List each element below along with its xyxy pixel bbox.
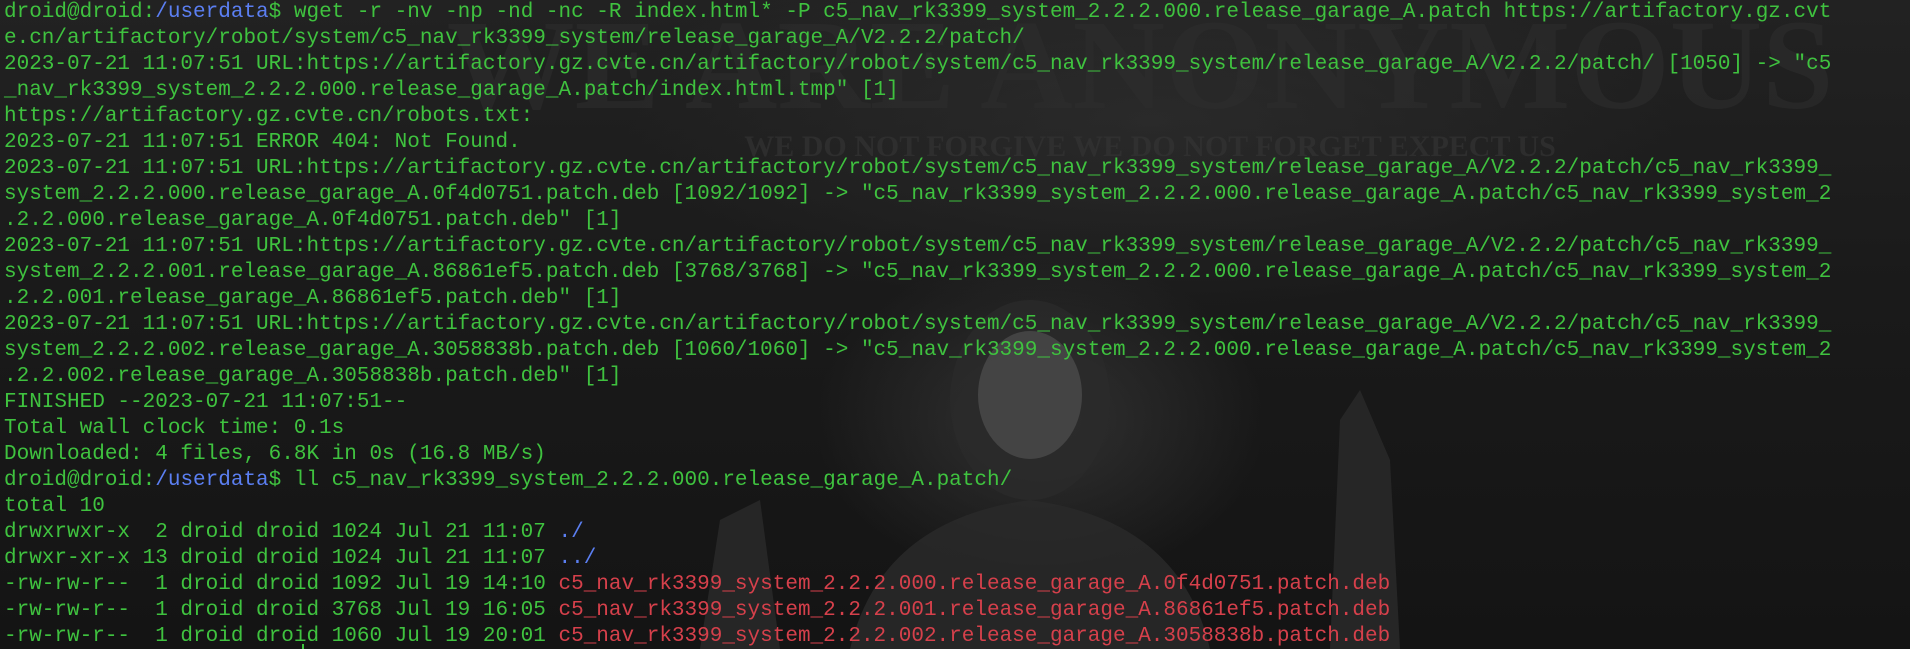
- output-text: Total wall clock time: 0.1s: [4, 417, 345, 440]
- terminal-line: Downloaded: 4 files, 6.8K in 0s (16.8 MB…: [4, 442, 1904, 468]
- terminal-line: .2.2.001.release_garage_A.86861ef5.patch…: [4, 286, 1904, 312]
- deb-file-name: c5_nav_rk3399_system_2.2.2.002.release_g…: [558, 625, 1391, 648]
- terminal-line: system_2.2.2.000.release_garage_A.0f4d07…: [4, 182, 1904, 208]
- terminal-line: .2.2.002.release_garage_A.3058838b.patch…: [4, 364, 1904, 390]
- terminal-line: Total wall clock time: 0.1s: [4, 416, 1904, 442]
- terminal-line: system_2.2.2.001.release_garage_A.86861e…: [4, 260, 1904, 286]
- output-text: $ ll c5_nav_rk3399_system_2.2.2.000.rele…: [268, 469, 1013, 492]
- output-text: .2.2.000.release_garage_A.0f4d0751.patch…: [4, 209, 622, 232]
- output-text: total 10: [4, 495, 105, 518]
- output-text: -rw-rw-r-- 1 droid droid 1092 Jul 19 14:…: [4, 573, 559, 596]
- terminal-line: .2.2.000.release_garage_A.0f4d0751.patch…: [4, 208, 1904, 234]
- terminal-line: e.cn/artifactory/robot/system/c5_nav_rk3…: [4, 26, 1904, 52]
- output-text: system_2.2.2.000.release_garage_A.0f4d07…: [4, 183, 1832, 206]
- output-text: 2023-07-21 11:07:51 ERROR 404: Not Found…: [4, 131, 521, 154]
- directory-path: ./: [558, 521, 584, 544]
- terminal-line: droid@droid:/userdata$ ll c5_nav_rk3399_…: [4, 468, 1904, 494]
- deb-file-name: c5_nav_rk3399_system_2.2.2.001.release_g…: [558, 599, 1391, 622]
- output-text: system_2.2.2.001.release_garage_A.86861e…: [4, 261, 1832, 284]
- terminal-line: -rw-rw-r-- 1 droid droid 1060 Jul 19 20:…: [4, 624, 1904, 649]
- output-text: _nav_rk3399_system_2.2.2.000.release_gar…: [4, 79, 899, 102]
- terminal-line: 2023-07-21 11:07:51 URL:https://artifact…: [4, 234, 1904, 260]
- output-text: -rw-rw-r-- 1 droid droid 1060 Jul 19 20:…: [4, 625, 559, 648]
- terminal-line: _nav_rk3399_system_2.2.2.000.release_gar…: [4, 78, 1904, 104]
- output-text: https://artifactory.gz.cvte.cn/robots.tx…: [4, 105, 534, 128]
- output-text: 2023-07-21 11:07:51 URL:https://artifact…: [4, 235, 1832, 258]
- output-text: .2.2.001.release_garage_A.86861ef5.patch…: [4, 287, 622, 310]
- directory-path: /userdata: [155, 469, 269, 492]
- terminal-line: drwxrwxr-x 2 droid droid 1024 Jul 21 11:…: [4, 520, 1904, 546]
- terminal-line: system_2.2.2.002.release_garage_A.305883…: [4, 338, 1904, 364]
- deb-file-name: c5_nav_rk3399_system_2.2.2.000.release_g…: [558, 573, 1391, 596]
- terminal-line: -rw-rw-r-- 1 droid droid 3768 Jul 19 16:…: [4, 598, 1904, 624]
- output-text: drwxr-xr-x 13 droid droid 1024 Jul 21 11…: [4, 547, 559, 570]
- output-text: $ wget -r -nv -np -nd -nc -R index.html*…: [268, 1, 1832, 24]
- output-text: -rw-rw-r-- 1 droid droid 3768 Jul 19 16:…: [4, 599, 559, 622]
- directory-path: /userdata: [155, 1, 269, 24]
- terminal-line: 2023-07-21 11:07:51 URL:https://artifact…: [4, 52, 1904, 78]
- output-text: e.cn/artifactory/robot/system/c5_nav_rk3…: [4, 27, 1025, 50]
- terminal-line: droid@droid:/userdata$ wget -r -nv -np -…: [4, 0, 1904, 26]
- output-text: droid@droid:: [4, 1, 156, 24]
- text-cursor: [302, 644, 304, 649]
- terminal-line: FINISHED --2023-07-21 11:07:51--: [4, 390, 1904, 416]
- output-text: drwxrwxr-x 2 droid droid 1024 Jul 21 11:…: [4, 521, 559, 544]
- output-text: droid@droid:: [4, 469, 156, 492]
- terminal-line: total 10: [4, 494, 1904, 520]
- terminal-line: drwxr-xr-x 13 droid droid 1024 Jul 21 11…: [4, 546, 1904, 572]
- output-text: .2.2.002.release_garage_A.3058838b.patch…: [4, 365, 622, 388]
- output-text: Downloaded: 4 files, 6.8K in 0s (16.8 MB…: [4, 443, 546, 466]
- output-text: system_2.2.2.002.release_garage_A.305883…: [4, 339, 1832, 362]
- terminal-line: -rw-rw-r-- 1 droid droid 1092 Jul 19 14:…: [4, 572, 1904, 598]
- terminal-line: 2023-07-21 11:07:51 URL:https://artifact…: [4, 156, 1904, 182]
- terminal-output[interactable]: droid@droid:/userdata$ wget -r -nv -np -…: [4, 0, 1904, 649]
- output-text: FINISHED --2023-07-21 11:07:51--: [4, 391, 408, 414]
- terminal-line: https://artifactory.gz.cvte.cn/robots.tx…: [4, 104, 1904, 130]
- terminal-line: 2023-07-21 11:07:51 ERROR 404: Not Found…: [4, 130, 1904, 156]
- output-text: 2023-07-21 11:07:51 URL:https://artifact…: [4, 313, 1832, 336]
- directory-path: ../: [558, 547, 597, 570]
- terminal-line: 2023-07-21 11:07:51 URL:https://artifact…: [4, 312, 1904, 338]
- output-text: 2023-07-21 11:07:51 URL:https://artifact…: [4, 157, 1832, 180]
- terminal-window[interactable]: WE ARE ANONYMOUS WE DO NOT FORGIVE WE DO…: [0, 0, 1910, 649]
- output-text: 2023-07-21 11:07:51 URL:https://artifact…: [4, 53, 1832, 76]
